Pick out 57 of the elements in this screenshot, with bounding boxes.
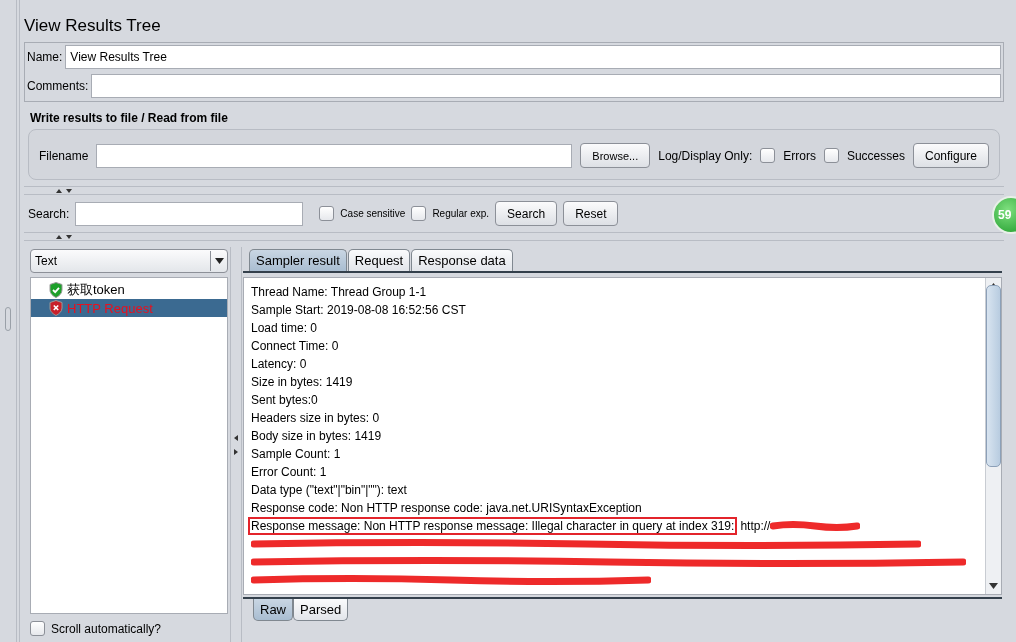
result-tab[interactable]: Sampler result	[249, 249, 347, 271]
name-label: Name:	[27, 50, 63, 64]
view-tab[interactable]: Parsed	[293, 599, 349, 621]
option-checkbox[interactable]	[411, 206, 427, 221]
expand-arrows-icon[interactable]	[233, 433, 239, 456]
filter-label: Successes	[846, 148, 905, 163]
caret-icon	[214, 258, 224, 264]
search-field[interactable]	[75, 201, 304, 226]
option-label: Case sensitive	[340, 208, 406, 219]
option-checkbox[interactable]	[319, 206, 335, 221]
check-shield-icon	[49, 282, 63, 298]
scrollbar[interactable]	[985, 278, 1001, 594]
filter-checkbox[interactable]	[760, 148, 776, 163]
result-line: Response code: Non HTTP response code: java.net.URISyntaxException	[251, 501, 642, 515]
result-line: Data type ("text"|"bin"|""): text	[251, 483, 407, 497]
scroll-checkbox[interactable]	[30, 621, 45, 636]
renderer-dropdown[interactable]: Text	[30, 249, 228, 273]
collapse-arrows-icon[interactable]	[54, 233, 74, 240]
result-line: Error Count: 1	[251, 465, 327, 479]
log-display-label: Log/Display Only:	[658, 148, 753, 163]
result-line: Load time: 0	[251, 321, 318, 335]
name-field[interactable]: View Results Tree	[65, 45, 1001, 69]
result-tab[interactable]: Response data	[411, 249, 513, 271]
option-label: Regular exp.	[432, 208, 490, 219]
highlighted-message: Response message: Non HTTP response message: Illegal character in query at index 319:	[248, 517, 738, 535]
filter-checkbox[interactable]	[823, 148, 839, 163]
view-tab[interactable]: Raw	[253, 599, 293, 621]
section-title: Write results to file / Read from file	[29, 110, 229, 127]
filename-label: Filename	[39, 148, 89, 163]
error-shield-icon	[49, 300, 63, 316]
result-line: Headers size in bytes: 0	[251, 411, 380, 425]
filter-label: Errors	[783, 148, 816, 163]
result-line: Size in bytes: 1419	[251, 375, 353, 389]
search-button[interactable]: Reset	[563, 201, 619, 226]
comments-field[interactable]	[91, 74, 1001, 98]
count-badge: 59	[992, 196, 1016, 234]
search-button[interactable]: Search	[495, 201, 558, 226]
result-line: Sample Count: 1	[251, 447, 341, 461]
result-line: Sent bytes:0	[251, 393, 318, 407]
result-line: Thread Name: Thread Group 1-1	[251, 285, 427, 299]
browse-button[interactable]: Browse...	[580, 143, 651, 168]
search-label: Search:	[28, 206, 70, 221]
collapse-arrows-icon[interactable]	[54, 187, 74, 194]
scroll-label: Scroll automatically?	[51, 621, 162, 636]
comments-label: Comments:	[27, 79, 89, 93]
panel-title: View Results Tree	[24, 15, 162, 37]
result-line: Latency: 0	[251, 357, 307, 371]
tree-item[interactable]: 获取token	[31, 281, 227, 299]
scroll-down-icon[interactable]	[989, 583, 998, 589]
configure-button[interactable]: Configure	[912, 143, 989, 168]
result-line: Body size in bytes: 1419	[251, 429, 382, 443]
filename-field[interactable]	[96, 143, 573, 168]
splitter-grip[interactable]	[5, 307, 11, 331]
result-line: Connect Time: 0	[251, 339, 339, 353]
result-tab[interactable]: Request	[347, 249, 411, 271]
result-line: Sample Start: 2019-08-08 16:52:56 CST	[251, 303, 466, 317]
url-text: http://	[740, 519, 771, 533]
